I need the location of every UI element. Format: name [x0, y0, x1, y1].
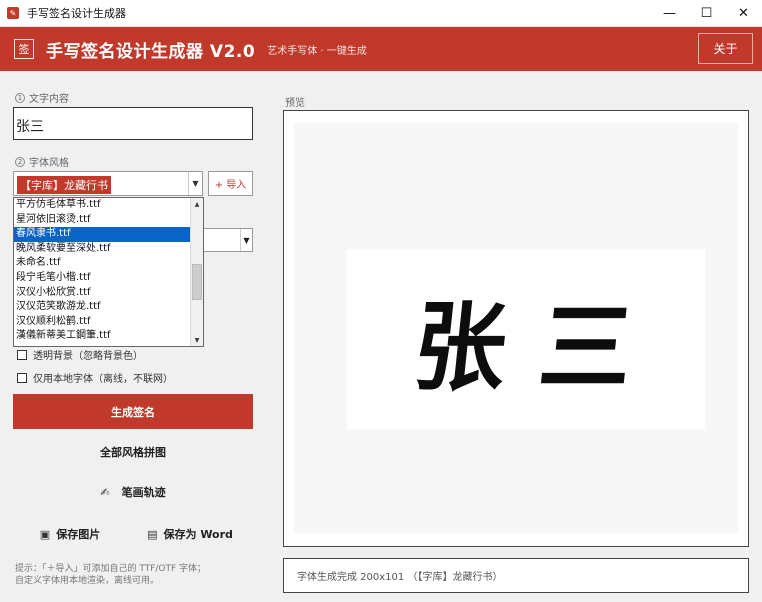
selected-font-value: 【字库】龙藏行书: [17, 176, 111, 194]
save-word-button[interactable]: ▤ 保存为 Word: [140, 522, 240, 546]
preview-area: 张三: [294, 123, 738, 533]
scrollbar-thumb[interactable]: [192, 264, 202, 300]
save-icon: ▣: [39, 527, 51, 541]
signature-text: 张三: [408, 290, 673, 404]
style-section-label: 2 字体风格: [15, 154, 69, 169]
window-controls: — ☐ ✕: [651, 0, 762, 27]
dropdown-options: 平方仿毛体草书.ttf 星河依旧滚烫.ttf 春风隶书.ttf 晚风柔软要至深处.tt…: [14, 198, 191, 344]
step-one-icon: 1: [15, 92, 25, 103]
window-titlebar: ✎ 手写签名设计生成器 — ☐ ✕: [0, 0, 762, 27]
close-button[interactable]: ✕: [725, 0, 762, 27]
step-two-icon: 2: [15, 156, 25, 167]
scroll-down-icon[interactable]: ▼: [191, 334, 203, 346]
chevron-down-icon[interactable]: ▼: [240, 229, 252, 251]
about-button[interactable]: 关于: [698, 33, 753, 64]
chevron-down-icon[interactable]: ▼: [188, 172, 202, 195]
status-bar: 字体生成完成 200x101 （【字库】龙藏行书）: [283, 558, 749, 593]
maximize-button[interactable]: ☐: [688, 0, 725, 27]
pen-icon: ✍: [100, 485, 110, 499]
scroll-up-icon[interactable]: ▲: [191, 198, 203, 210]
font-option[interactable]: 春风隶书.ttf: [14, 227, 191, 242]
transparent-bg-checkbox[interactable]: [17, 349, 27, 360]
local-font-checkbox[interactable]: [17, 372, 27, 383]
font-option[interactable]: 汉仪小松欣赏.ttf: [14, 286, 191, 301]
hint-text: 提示：「＋导入」可添加自己的 TTF/OTF 字体； 自定义字体用本地渲染，离线…: [15, 564, 207, 586]
font-option[interactable]: 段宁毛笔小楷.ttf: [14, 271, 191, 286]
font-option[interactable]: 漢儀新蒂美工鋼筆.ttf: [14, 329, 191, 344]
minimize-button[interactable]: —: [651, 0, 688, 27]
font-dropdown-list[interactable]: 平方仿毛体草书.ttf 星河依旧滚烫.ttf 春风隶书.ttf 晚风柔软要至深处.tt…: [13, 197, 204, 347]
app-header: 签 手写签名设计生成器 V2.0 艺术手写体 · 一键生成 关于: [0, 27, 762, 71]
signature-text-input[interactable]: 张三: [13, 107, 253, 140]
logo-icon: 签: [14, 39, 34, 59]
local-font-option[interactable]: 仅用本地字体（离线，不联网）: [17, 370, 173, 385]
window-title: 手写签名设计生成器: [27, 7, 126, 20]
app-title: 手写签名设计生成器 V2.0: [46, 41, 256, 62]
preview-label: 预览: [285, 98, 305, 109]
all-styles-button[interactable]: 全部风格拼图: [13, 440, 253, 464]
status-text: 字体生成完成 200x101 （【字库】龙藏行书）: [297, 572, 503, 583]
transparent-bg-option[interactable]: 透明背景（忽略背景色）: [17, 347, 143, 362]
font-option[interactable]: 平方仿毛体草书.ttf: [14, 198, 191, 213]
preview-panel: 张三: [283, 110, 749, 547]
import-font-button[interactable]: + 导入: [208, 171, 253, 196]
save-image-button[interactable]: ▣ 保存图片: [30, 522, 110, 546]
font-option[interactable]: 星河依旧滚烫.ttf: [14, 213, 191, 228]
generate-signature-button[interactable]: 生成签名: [13, 394, 253, 429]
text-section-label: 1 文字内容: [15, 90, 69, 105]
font-style-select[interactable]: 【字库】龙藏行书 ▼: [13, 171, 203, 196]
font-option[interactable]: 晚风柔软要至深处.ttf: [14, 242, 191, 257]
dropdown-scrollbar[interactable]: ▲ ▼: [190, 198, 203, 346]
stroke-trace-button[interactable]: ✍ 笔画轨迹: [13, 480, 253, 504]
document-icon: ▤: [147, 527, 158, 541]
font-option[interactable]: 汉仪范笑歌游龙.ttf: [14, 300, 191, 315]
font-option[interactable]: 未命名.ttf: [14, 256, 191, 271]
app-subtitle: 艺术手写体 · 一键生成: [267, 45, 367, 57]
font-option[interactable]: 汉仪顺利松鹤.ttf: [14, 315, 191, 330]
app-icon: ✎: [7, 7, 19, 19]
signature-image: 张三: [347, 249, 705, 429]
